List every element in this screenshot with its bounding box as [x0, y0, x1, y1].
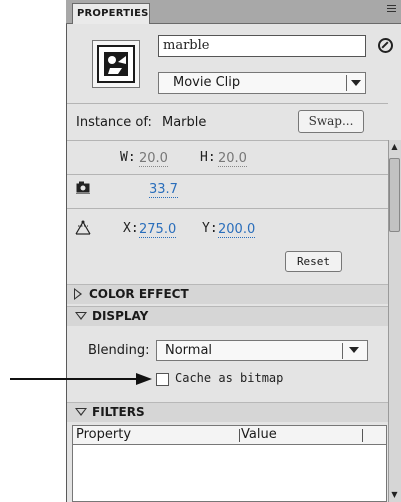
x-label: X: — [123, 221, 139, 236]
blending-select[interactable]: Normal — [156, 340, 368, 361]
column-header-value[interactable]: Value — [241, 427, 277, 442]
symbol-type-select[interactable]: Movie Clip — [158, 72, 366, 94]
swap-button[interactable]: Swap... — [298, 110, 364, 133]
camera-icon — [76, 181, 90, 194]
instance-of-label: Instance of: — [76, 115, 152, 130]
color-effect-section-label: COLOR EFFECT — [89, 287, 189, 301]
divider — [67, 208, 388, 209]
divider — [67, 140, 388, 141]
expand-arrow-icon — [74, 288, 82, 300]
edit-name-icon[interactable] — [378, 38, 393, 53]
filters-section-label: FILTERS — [92, 405, 145, 419]
panel-menu-icon[interactable] — [384, 3, 398, 15]
scrollbar-thumb[interactable] — [389, 158, 400, 232]
blending-label: Blending: — [88, 343, 150, 358]
cache-as-bitmap-label: Cache as bitmap — [175, 371, 284, 385]
scroll-down-icon[interactable]: ▼ — [389, 489, 400, 501]
vanishing-point-icon — [75, 220, 91, 235]
color-effect-section-header[interactable]: COLOR EFFECT — [67, 284, 388, 304]
filters-section-header[interactable]: FILTERS — [67, 402, 388, 422]
movie-clip-icon — [97, 45, 135, 83]
height-label: H: — [200, 150, 216, 165]
display-section-header[interactable]: DISPLAY — [67, 306, 388, 326]
width-value[interactable]: 20.0 — [139, 152, 168, 167]
x-value[interactable]: 275.0 — [139, 223, 177, 238]
cache-as-bitmap-checkbox[interactable] — [156, 373, 169, 386]
divider — [67, 103, 388, 104]
symbol-type-value: Movie Clip — [173, 75, 241, 90]
chevron-down-icon — [349, 347, 359, 353]
height-value[interactable]: 20.0 — [218, 152, 247, 167]
column-header-property[interactable]: Property — [76, 427, 131, 442]
scroll-up-icon[interactable]: ▲ — [389, 141, 400, 153]
callout-arrow — [10, 378, 140, 380]
perspective-angle-value[interactable]: 33.7 — [149, 183, 178, 198]
instance-of-value: Marble — [162, 115, 207, 130]
callout-arrow-head — [136, 373, 152, 385]
blending-value: Normal — [165, 343, 213, 358]
instance-name-input[interactable]: marble — [158, 35, 366, 57]
reset-button[interactable]: Reset — [285, 251, 342, 272]
y-value[interactable]: 200.0 — [218, 223, 256, 238]
display-section-label: DISPLAY — [92, 309, 149, 323]
column-separator — [362, 429, 363, 442]
collapse-arrow-icon — [75, 408, 87, 416]
chevron-down-icon — [351, 80, 361, 86]
y-label: Y: — [202, 221, 218, 236]
column-separator — [239, 429, 240, 442]
collapse-arrow-icon — [75, 312, 87, 320]
divider — [67, 174, 388, 175]
tab-properties[interactable]: PROPERTIES — [72, 3, 150, 24]
width-label: W: — [120, 150, 136, 165]
